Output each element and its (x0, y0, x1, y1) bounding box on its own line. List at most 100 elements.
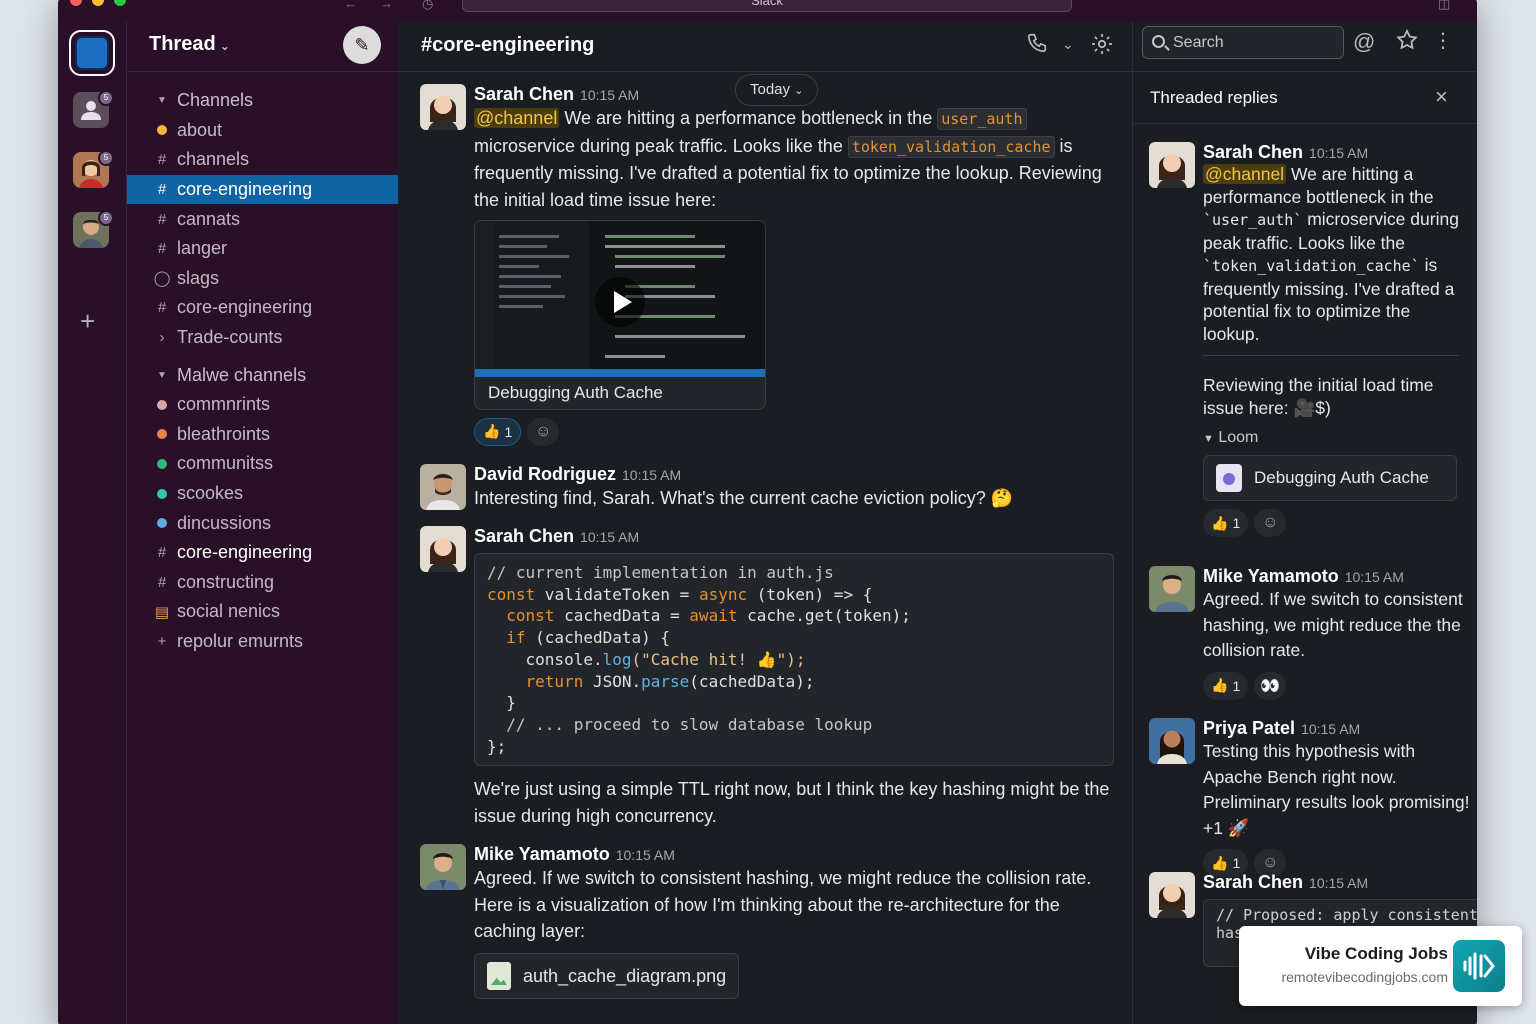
timestamp[interactable]: 10:15 AM (580, 87, 639, 103)
window-title[interactable]: Slack (462, 0, 1072, 12)
author-name[interactable]: Mike Yamamoto (474, 844, 610, 864)
author-name[interactable]: Priya Patel (1203, 718, 1295, 738)
timestamp[interactable]: 10:15 AM (1309, 145, 1368, 161)
avatar[interactable] (1149, 718, 1195, 764)
avatar-sarah-icon (1149, 872, 1195, 918)
author-name[interactable]: Sarah Chen (474, 84, 574, 104)
minimize-window-button[interactable] (92, 0, 104, 6)
star-icon[interactable] (1395, 28, 1419, 58)
sidebar-item[interactable]: # langer (127, 234, 398, 264)
loom-attachment[interactable]: Debugging Auth Cache (1203, 455, 1457, 501)
avatar[interactable] (1149, 142, 1195, 188)
sidebar-item[interactable]: bleathroints (127, 420, 398, 450)
avatar[interactable] (1149, 566, 1195, 612)
more-icon[interactable]: ⋮ (1433, 28, 1453, 53)
sidebar-item[interactable]: # cannats (127, 204, 398, 234)
mention[interactable]: @channel (1203, 164, 1287, 184)
loom-toggle[interactable]: ▼ Loom (1203, 429, 1459, 447)
forward-arrow-icon[interactable]: → (380, 0, 393, 11)
play-icon[interactable] (595, 276, 645, 327)
sidebar-section[interactable]: ▼ Malwe channels (127, 360, 398, 390)
add-emoji-icon: ☺ (1262, 854, 1279, 871)
sidebar-item[interactable]: dincussions (127, 508, 398, 538)
search-icon (1152, 35, 1165, 48)
add-reaction-button[interactable]: ☺ (527, 417, 560, 446)
sidebar-item[interactable]: scookes (127, 479, 398, 509)
author-name[interactable]: Sarah Chen (474, 526, 574, 546)
author-name[interactable]: Sarah Chen (1203, 872, 1303, 892)
date-divider-button[interactable]: Today ⌄ (735, 74, 819, 106)
zoom-window-button[interactable] (114, 0, 126, 6)
author-name[interactable]: David Rodriguez (474, 464, 616, 484)
reaction-thumbs-up[interactable]: 👍 1 (1203, 509, 1249, 537)
timestamp[interactable]: 10:15 AM (1309, 875, 1368, 891)
add-reaction-button[interactable]: ☺ (1254, 509, 1287, 537)
timestamp[interactable]: 10:15 AM (1301, 721, 1360, 737)
sidebar-item[interactable]: # core-engineering (127, 293, 398, 323)
add-workspace-button[interactable]: + (80, 306, 95, 337)
sidebar-item[interactable]: ◯ slags (127, 264, 398, 294)
sidebar-item[interactable]: communitss (127, 449, 398, 479)
sidebar-item[interactable]: # core-engineering (127, 538, 398, 568)
avatar-priya-icon (1149, 718, 1195, 764)
sidebar-item-label: core-engineering (177, 542, 313, 563)
reaction-thumbs-up[interactable]: 👍 1 (1203, 671, 1249, 700)
chevron-right-icon: › (159, 329, 165, 347)
window-layout-icon[interactable]: ◫ (1438, 0, 1450, 12)
author-name[interactable]: Mike Yamamoto (1203, 566, 1339, 586)
timestamp[interactable]: 10:15 AM (622, 467, 681, 483)
sidebar-item[interactable]: commnrints (127, 390, 398, 420)
message-text: Agreed. If we switch to consistent hashi… (1203, 589, 1463, 660)
sidebar-section[interactable]: ▼ Channels (127, 86, 398, 116)
avatar[interactable] (420, 844, 466, 890)
thread-message: Mike Yamamoto 10:15 AM Agreed. If we swit… (1149, 566, 1477, 700)
thread-pane: Search @ ⋮ Threaded replies × Sarah Chen… (1133, 22, 1477, 1024)
sidebar-item[interactable]: ▤ social nenics (127, 597, 398, 627)
call-icon[interactable] (1026, 32, 1048, 60)
sidebar-item[interactable]: # core-engineering (127, 174, 398, 205)
close-window-button[interactable] (70, 0, 82, 6)
workspace-menu[interactable]: Thread ⌄ (149, 33, 230, 56)
sidebar-item[interactable]: # channels (127, 145, 398, 175)
chevron-down-icon[interactable]: ⌄ (1062, 36, 1074, 53)
workspace-current[interactable] (69, 30, 115, 76)
message-body: Priya Patel 10:15 AM Testing this hypothe… (1203, 718, 1477, 877)
sidebar-item[interactable]: # constructing (127, 568, 398, 598)
message-body: Sarah Chen 10:15 AM @channel We are hitti… (1203, 142, 1459, 537)
text-span: We are hitting a performance bottleneck … (559, 108, 938, 128)
code-block: // current implementation in auth.js con… (474, 553, 1114, 767)
plus-icon: + (157, 632, 167, 650)
compose-button[interactable]: ✎ (343, 26, 381, 64)
history-icon[interactable]: ◷ (422, 0, 433, 12)
sidebar-item[interactable]: + repolur emurnts (127, 627, 398, 657)
mentions-icon[interactable]: @ (1353, 29, 1375, 55)
avatar[interactable] (420, 84, 466, 130)
author-name[interactable]: Sarah Chen (1203, 142, 1303, 162)
rail-badge: 5 (98, 90, 114, 106)
sidebar-item[interactable]: about (127, 116, 398, 146)
back-arrow-icon[interactable]: ← (344, 0, 357, 11)
reaction-thumbs-up[interactable]: 👍 1 (474, 417, 522, 446)
timestamp[interactable]: 10:15 AM (1345, 569, 1404, 585)
timestamp[interactable]: 10:15 AM (616, 847, 675, 863)
sidebar-item-icon: ▼ (149, 95, 175, 106)
gear-icon[interactable] (1090, 32, 1114, 62)
reaction-eyes[interactable]: 👀 (1254, 671, 1287, 700)
sidebar-item[interactable]: › Trade-counts (127, 323, 398, 353)
channel-title[interactable]: #core-engineering (421, 34, 594, 57)
channel-sidebar: Thread ⌄ ✎ ▼ Channels about # channels # core-e… (126, 22, 398, 1024)
avatar[interactable] (1149, 872, 1195, 918)
search-input[interactable]: Search (1142, 26, 1344, 59)
app-window: ← → ◷ Slack ◫ 5 5 5 + Thread ⌄ ✎ ▼ Channel… (58, 0, 1477, 1024)
promo-banner[interactable]: Vibe Coding Jobs remotevibecodingjobs.co… (1239, 926, 1522, 1006)
mention[interactable]: @channel (474, 108, 560, 128)
timestamp[interactable]: 10:15 AM (580, 529, 639, 545)
avatar[interactable] (420, 464, 466, 510)
video-attachment[interactable]: Debugging Auth Cache (474, 219, 766, 410)
file-attachment[interactable]: auth_cache_diagram.png (474, 953, 740, 1000)
workspace-logo-icon (75, 36, 109, 70)
code-token: return (487, 671, 584, 691)
avatar[interactable] (420, 526, 466, 572)
close-icon[interactable]: × (1435, 84, 1448, 110)
hash-icon: # (157, 299, 167, 317)
